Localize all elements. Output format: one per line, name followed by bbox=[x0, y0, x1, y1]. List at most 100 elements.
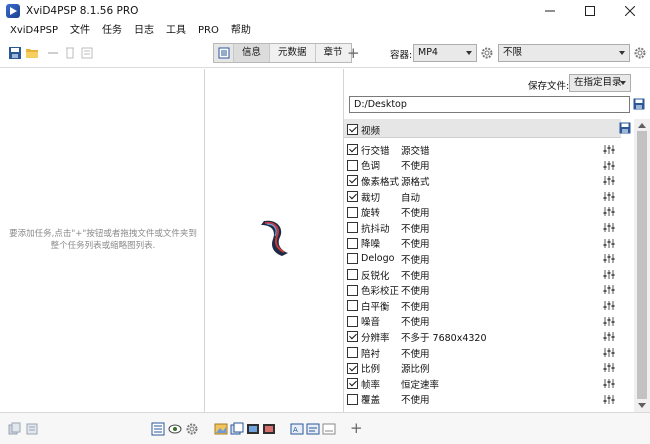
section-header-video[interactable]: 视频 bbox=[344, 119, 631, 138]
filter-checkbox[interactable] bbox=[347, 191, 358, 203]
filter-row[interactable]: 噪音 不使用 bbox=[344, 314, 621, 330]
tab-metadata[interactable]: 元数据 bbox=[270, 44, 316, 62]
equalizer-icon[interactable] bbox=[603, 300, 615, 311]
gear-icon[interactable] bbox=[633, 46, 647, 60]
image-copy-icon[interactable] bbox=[230, 422, 244, 436]
menu-task[interactable]: 任务 bbox=[96, 22, 128, 40]
equalizer-icon[interactable] bbox=[603, 191, 615, 202]
filter-checkbox[interactable] bbox=[347, 378, 358, 390]
equalizer-icon[interactable] bbox=[603, 378, 615, 389]
add-tab-button[interactable]: + bbox=[347, 44, 360, 62]
filter-checkbox[interactable] bbox=[347, 253, 358, 265]
gear-icon[interactable] bbox=[480, 46, 494, 60]
scroll-down-icon[interactable] bbox=[638, 403, 646, 408]
eye-icon[interactable] bbox=[168, 422, 182, 436]
delete-icon[interactable] bbox=[63, 46, 77, 60]
filter-checkbox[interactable] bbox=[347, 159, 358, 171]
menu-file[interactable]: 文件 bbox=[64, 22, 96, 40]
filter-checkbox[interactable] bbox=[347, 315, 358, 327]
filter-row[interactable]: 像素格式 源格式 bbox=[344, 173, 621, 189]
filter-row[interactable]: 裁切 自动 bbox=[344, 189, 621, 205]
filter-row[interactable]: 白平衡 不使用 bbox=[344, 298, 621, 314]
equalizer-icon[interactable] bbox=[603, 331, 615, 342]
scroll-thumb[interactable] bbox=[637, 131, 647, 399]
equalizer-icon[interactable] bbox=[603, 394, 615, 405]
add-icon[interactable]: + bbox=[350, 419, 364, 437]
filter-row[interactable]: 降噪 不使用 bbox=[344, 236, 621, 252]
filter-row[interactable]: 行交错 源交错 bbox=[344, 142, 621, 158]
filter-row[interactable]: 比例 源比例 bbox=[344, 360, 621, 376]
filter-row[interactable]: 色调 不使用 bbox=[344, 158, 621, 174]
container-select[interactable]: MP4 bbox=[413, 44, 477, 62]
equalizer-icon[interactable] bbox=[603, 175, 615, 186]
save-icon[interactable] bbox=[8, 46, 22, 60]
equalizer-icon[interactable] bbox=[603, 144, 615, 155]
limit-select[interactable]: 不限 bbox=[498, 44, 630, 62]
paste-icon[interactable] bbox=[25, 422, 39, 436]
equalizer-icon[interactable] bbox=[603, 238, 615, 249]
menu-tools[interactable]: 工具 bbox=[160, 22, 192, 40]
filter-checkbox[interactable] bbox=[347, 393, 358, 405]
equalizer-icon[interactable] bbox=[603, 160, 615, 171]
filter-row[interactable]: 反锐化 不使用 bbox=[344, 267, 621, 283]
task-list-pane[interactable]: 要添加任务,点击"+"按钮或者拖拽文件或文件夹到整个任务列表或缩略图列表. bbox=[0, 69, 205, 412]
filter-checkbox[interactable] bbox=[347, 237, 358, 249]
filter-row[interactable]: 色彩校正 不使用 bbox=[344, 282, 621, 298]
film-add-icon[interactable] bbox=[262, 422, 276, 436]
maximize-button[interactable] bbox=[570, 0, 610, 22]
filter-checkbox[interactable] bbox=[347, 206, 358, 218]
tab-info[interactable]: 信息 bbox=[234, 44, 271, 62]
filter-row[interactable]: 覆盖 不使用 bbox=[344, 392, 621, 408]
save-mode-select[interactable]: 在指定目录 bbox=[569, 74, 631, 92]
save-icon[interactable] bbox=[633, 98, 645, 110]
filter-checkbox[interactable] bbox=[347, 144, 358, 156]
scroll-up-icon[interactable] bbox=[638, 123, 646, 128]
menu-help[interactable]: 帮助 bbox=[225, 22, 257, 40]
save-path-input[interactable]: D:/Desktop bbox=[349, 96, 630, 113]
filter-row[interactable]: 帧率 恒定速率 bbox=[344, 376, 621, 392]
filter-row[interactable]: 抗抖动 不使用 bbox=[344, 220, 621, 236]
filter-row[interactable]: 陪衬 不使用 bbox=[344, 345, 621, 361]
filter-checkbox[interactable] bbox=[347, 347, 358, 359]
filter-list-scrollbar[interactable] bbox=[634, 119, 650, 412]
equalizer-icon[interactable] bbox=[603, 316, 615, 327]
filter-checkbox[interactable] bbox=[347, 175, 358, 187]
equalizer-icon[interactable] bbox=[603, 284, 615, 295]
audio-icon[interactable]: A bbox=[290, 422, 304, 436]
info-icon[interactable] bbox=[151, 422, 165, 436]
subtitle-icon[interactable] bbox=[322, 422, 336, 436]
equalizer-icon[interactable] bbox=[603, 347, 615, 358]
menu-app[interactable]: XviD4PSP bbox=[4, 22, 64, 40]
menu-pro[interactable]: PRO bbox=[192, 22, 225, 40]
list-icon[interactable] bbox=[80, 46, 94, 60]
filter-checkbox[interactable] bbox=[347, 284, 358, 296]
filter-row[interactable]: Delogo 不使用 bbox=[344, 251, 621, 267]
thumbnail-pane[interactable] bbox=[205, 69, 344, 412]
filter-checkbox[interactable] bbox=[347, 222, 358, 234]
filter-checkbox[interactable] bbox=[347, 331, 358, 343]
close-button[interactable] bbox=[610, 0, 650, 22]
equalizer-icon[interactable] bbox=[603, 206, 615, 217]
gear-icon[interactable] bbox=[185, 422, 199, 436]
move-icon[interactable] bbox=[46, 46, 60, 60]
equalizer-icon[interactable] bbox=[603, 253, 615, 264]
minimize-button[interactable] bbox=[530, 0, 570, 22]
menu-log[interactable]: 日志 bbox=[128, 22, 160, 40]
filter-checkbox[interactable] bbox=[347, 269, 358, 281]
save-preset-icon[interactable] bbox=[619, 122, 631, 134]
equalizer-icon[interactable] bbox=[603, 269, 615, 280]
tab-chapters[interactable]: 章节 bbox=[316, 44, 351, 62]
film-icon[interactable] bbox=[246, 422, 260, 436]
filter-row[interactable]: 旋转 不使用 bbox=[344, 204, 621, 220]
video-section-checkbox[interactable] bbox=[347, 124, 358, 136]
filter-row[interactable]: 分辨率 不多于 7680x4320 bbox=[344, 329, 621, 345]
filter-checkbox[interactable] bbox=[347, 300, 358, 312]
equalizer-icon[interactable] bbox=[603, 362, 615, 373]
equalizer-icon[interactable] bbox=[603, 222, 615, 233]
image-icon[interactable] bbox=[214, 422, 228, 436]
copy-icon[interactable] bbox=[8, 422, 22, 436]
tab-list-view[interactable] bbox=[214, 44, 234, 62]
text-icon[interactable] bbox=[306, 422, 320, 436]
filter-checkbox[interactable] bbox=[347, 362, 358, 374]
open-folder-icon[interactable] bbox=[25, 46, 39, 60]
